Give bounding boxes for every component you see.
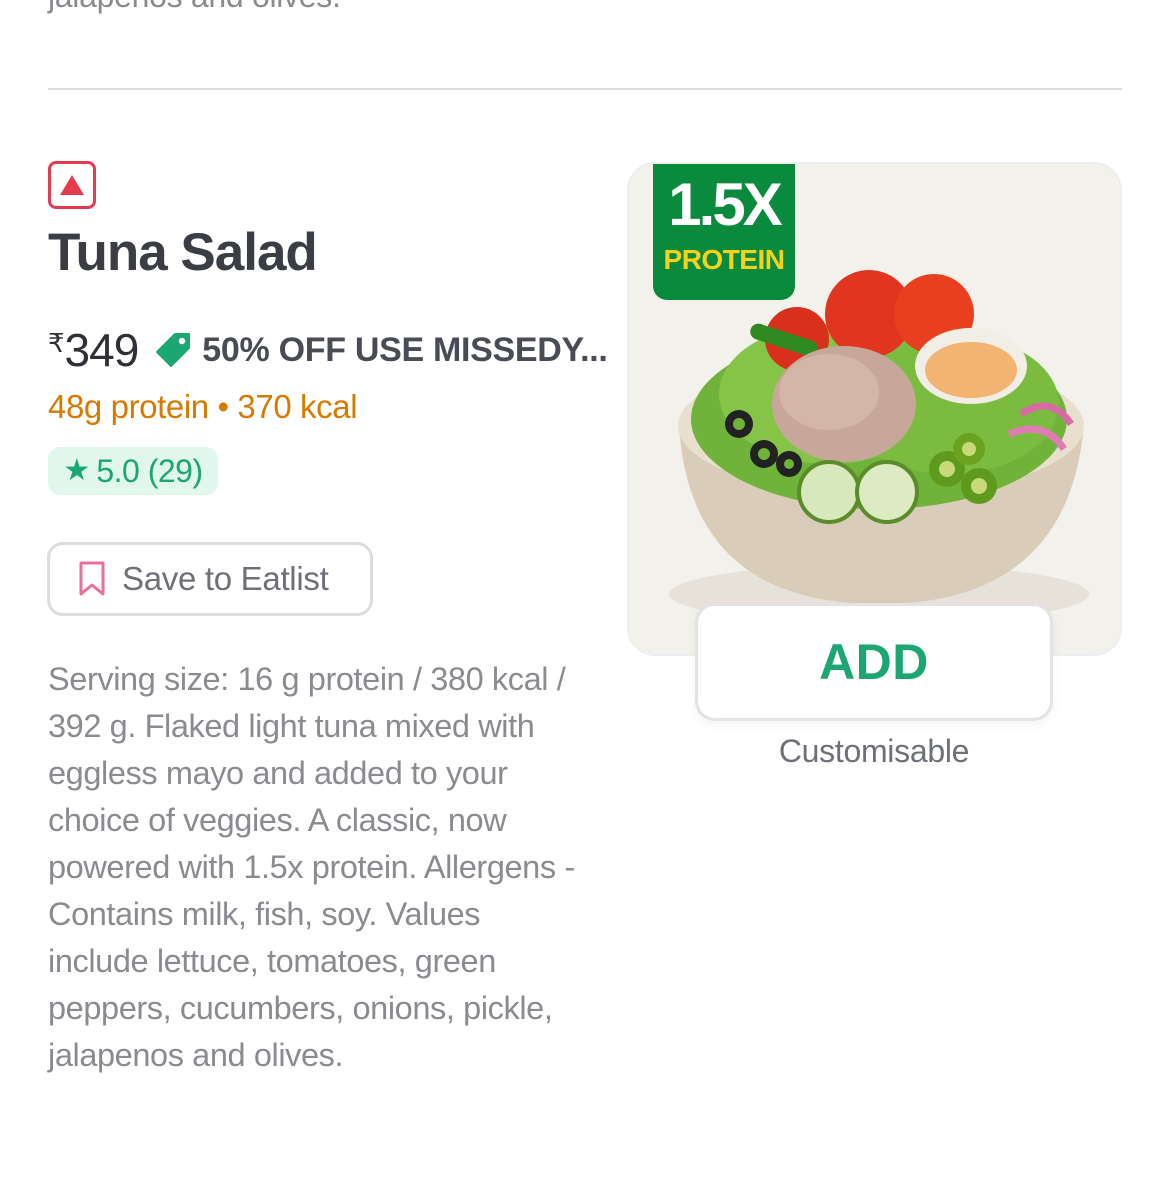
item-divider: [48, 88, 1122, 90]
protein-badge: 1.5X PROTEIN: [653, 164, 795, 300]
offer-text: 50% OFF USE MISSEDY...: [202, 330, 608, 369]
add-button[interactable]: ADD: [695, 603, 1053, 721]
item-image[interactable]: 1.5X PROTEIN: [627, 162, 1122, 656]
save-label: Save to Eatlist: [122, 560, 329, 597]
protein-badge-multiplier: 1.5X: [668, 171, 782, 238]
add-label: ADD: [819, 634, 929, 690]
rating-value: 5.0 (29): [96, 452, 203, 489]
item-price: 349: [64, 324, 140, 376]
item-name: Tuna Salad: [48, 223, 318, 282]
nutrition-info: 48g protein • 370 kcal: [48, 388, 358, 425]
non-veg-triangle-icon: [48, 161, 96, 209]
currency-symbol: ₹: [48, 328, 65, 358]
discount-tag-icon: [156, 333, 191, 367]
previous-item-description: jalapenos and olives.: [48, 0, 341, 15]
bookmark-icon: [79, 561, 105, 596]
rating-badge: ★ 5.0 (29): [48, 447, 218, 495]
save-to-eatlist-button[interactable]: Save to Eatlist: [47, 542, 373, 616]
star-icon: ★: [63, 454, 91, 487]
customisable-label: Customisable: [778, 733, 970, 769]
protein-badge-label: PROTEIN: [663, 244, 785, 275]
item-description: Serving size: 16 g protein / 380 kcal / …: [48, 661, 575, 1073]
price-row: ₹ 349 50% OFF USE MISSEDY...: [48, 324, 608, 376]
